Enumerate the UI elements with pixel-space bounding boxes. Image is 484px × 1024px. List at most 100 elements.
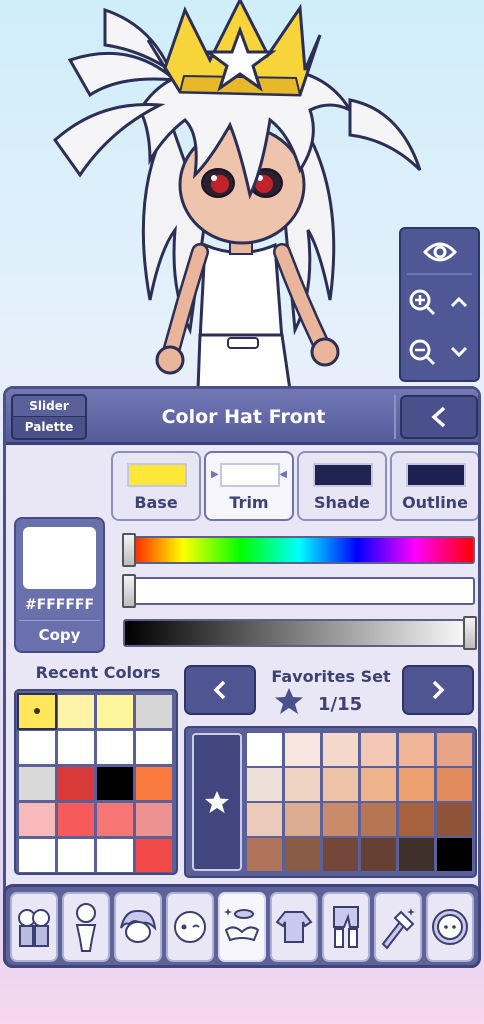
top-clothing-tab[interactable] — [270, 892, 318, 962]
recent-color-swatch[interactable] — [97, 731, 133, 764]
saturation-slider-thumb[interactable] — [122, 574, 136, 608]
saturation-slider[interactable] — [122, 574, 475, 608]
favorite-color-swatch[interactable] — [437, 768, 472, 801]
accessories-tab[interactable] — [218, 892, 266, 962]
favorite-color-swatch[interactable] — [437, 733, 472, 766]
recent-color-swatch[interactable] — [136, 839, 172, 872]
recent-color-swatch[interactable] — [97, 767, 133, 800]
chevron-down-icon[interactable] — [441, 329, 477, 375]
recent-color-swatch[interactable] — [17, 693, 57, 730]
favorite-color-swatch[interactable] — [399, 803, 434, 836]
recent-color-swatch[interactable] — [97, 695, 133, 728]
favorite-color-swatch[interactable] — [361, 733, 396, 766]
back-button[interactable] — [400, 395, 478, 439]
profile-tab[interactable] — [426, 892, 474, 962]
accessories-icon — [224, 908, 260, 942]
recent-color-swatch[interactable] — [19, 803, 55, 836]
favorite-color-swatch[interactable] — [247, 733, 282, 766]
base-swatch — [127, 463, 187, 487]
recent-color-swatch[interactable] — [97, 803, 133, 836]
recent-color-swatch[interactable] — [136, 767, 172, 800]
favorite-color-swatch[interactable] — [323, 768, 358, 801]
favorite-color-swatch[interactable] — [323, 803, 358, 836]
favorite-color-swatch[interactable] — [285, 803, 320, 836]
hue-slider-thumb[interactable] — [122, 533, 136, 567]
recent-color-swatch[interactable] — [136, 803, 172, 836]
part-tab-label: Shade — [313, 493, 370, 512]
copy-button[interactable]: Copy — [19, 620, 100, 648]
chevron-left-icon — [431, 406, 446, 428]
recent-color-swatch[interactable] — [19, 731, 55, 764]
favorite-color-swatch[interactable] — [361, 803, 396, 836]
current-color-swatch — [23, 527, 96, 589]
shade-swatch — [313, 463, 373, 487]
recent-color-swatch[interactable] — [19, 839, 55, 872]
part-tab-trim[interactable]: ▶ ◀ Trim — [204, 451, 294, 521]
palette-option[interactable]: Palette — [13, 417, 85, 438]
hair-tab[interactable] — [114, 892, 162, 962]
favorite-color-swatch[interactable] — [361, 768, 396, 801]
panel-header: Slider Palette Color Hat Front — [6, 389, 478, 445]
current-color-box: #FFFFFF Copy — [14, 517, 105, 653]
recent-color-swatch[interactable] — [136, 731, 172, 764]
favorite-color-swatch[interactable] — [437, 803, 472, 836]
slider-palette-toggle[interactable]: Slider Palette — [11, 394, 87, 440]
selected-right-arrow-icon: ◀ — [279, 469, 287, 480]
recent-color-swatch[interactable] — [58, 803, 94, 836]
top-clothing-icon — [275, 911, 313, 943]
favorite-color-swatch[interactable] — [361, 838, 396, 871]
favorite-color-swatch[interactable] — [247, 803, 282, 836]
presets-icon — [18, 909, 50, 947]
favorite-color-swatch[interactable] — [285, 768, 320, 801]
favorite-color-swatch[interactable] — [399, 733, 434, 766]
recent-color-swatch[interactable] — [97, 839, 133, 872]
presets-tab[interactable] — [10, 892, 58, 962]
add-favorite-button[interactable] — [192, 733, 242, 871]
favorite-color-swatch[interactable] — [247, 768, 282, 801]
recent-color-swatch[interactable] — [58, 731, 94, 764]
favorite-color-swatch[interactable] — [437, 838, 472, 871]
brightness-slider-thumb[interactable] — [463, 616, 477, 650]
bottom-clothing-icon — [333, 906, 359, 948]
recent-color-swatch[interactable] — [58, 839, 94, 872]
recent-color-swatch[interactable] — [58, 767, 94, 800]
recent-color-swatch[interactable] — [58, 695, 94, 728]
view-controls — [399, 227, 480, 382]
face-tab[interactable] — [166, 892, 214, 962]
favorite-color-swatch[interactable] — [399, 768, 434, 801]
category-toolbar — [3, 884, 481, 968]
favorite-color-swatch[interactable] — [323, 733, 358, 766]
brightness-slider[interactable] — [123, 616, 477, 650]
part-tab-shade[interactable]: Shade — [297, 451, 387, 521]
eye-icon[interactable] — [409, 233, 470, 271]
trim-swatch — [220, 463, 280, 487]
part-tab-outline[interactable]: Outline — [390, 451, 478, 521]
part-tab-base[interactable]: Base — [111, 451, 201, 521]
chevron-up-icon[interactable] — [441, 279, 477, 325]
recent-color-swatch[interactable] — [19, 767, 55, 800]
favorites-grid — [247, 733, 472, 871]
hair-icon — [120, 909, 157, 943]
favorites-box — [184, 726, 477, 878]
favorite-color-swatch[interactable] — [323, 838, 358, 871]
zoom-in-icon[interactable] — [403, 279, 441, 325]
props-tab[interactable] — [374, 892, 422, 962]
zoom-out-icon[interactable] — [403, 329, 441, 375]
favorites-prev-button[interactable] — [184, 665, 256, 715]
chevron-left-icon — [213, 680, 226, 700]
star-icon — [205, 790, 229, 814]
body-tab[interactable] — [62, 892, 110, 962]
hue-slider[interactable] — [122, 533, 475, 567]
header-divider — [394, 395, 396, 439]
favorites-page-indicator: 1/15 — [318, 694, 363, 715]
favorite-color-swatch[interactable] — [399, 838, 434, 871]
recent-color-swatch[interactable] — [136, 695, 172, 728]
hex-value: #FFFFFF — [24, 597, 95, 613]
favorite-color-swatch[interactable] — [285, 838, 320, 871]
favorite-color-swatch[interactable] — [285, 733, 320, 766]
bottom-clothing-tab[interactable] — [322, 892, 370, 962]
slider-option[interactable]: Slider — [13, 396, 85, 417]
body-icon — [75, 903, 97, 952]
favorites-next-button[interactable] — [402, 665, 474, 715]
favorite-color-swatch[interactable] — [247, 838, 282, 871]
